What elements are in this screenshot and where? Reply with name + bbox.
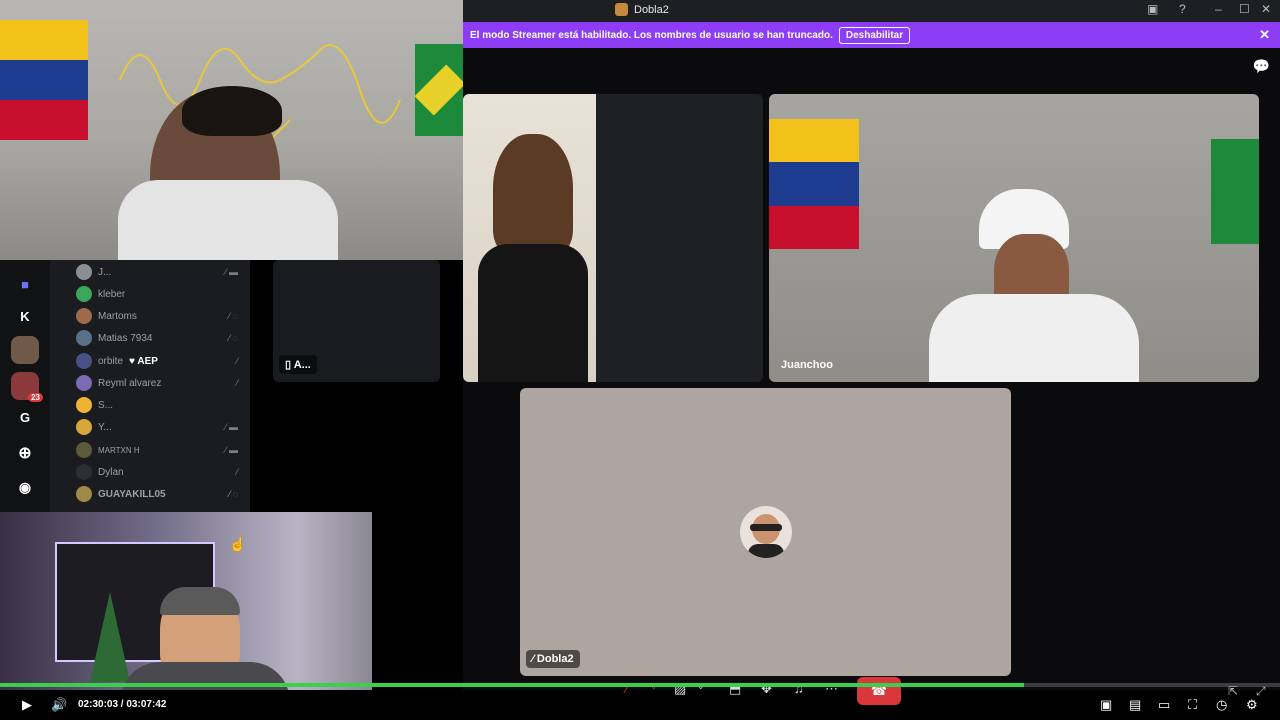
minimize-button[interactable]: – — [1215, 2, 1222, 16]
member-item[interactable]: Matias 7934 ⁄ ◌ — [76, 330, 246, 346]
camera-icon: ⁄ ▬ — [224, 422, 238, 432]
colombia-flag — [769, 119, 859, 249]
share-icon[interactable]: ⇱ — [1228, 684, 1238, 698]
help-icon[interactable]: ? — [1179, 2, 1186, 16]
video-tile-user[interactable] — [463, 94, 763, 382]
camera-icon: ⁄ ▬ — [224, 445, 238, 455]
tile-name-juanchoo: Juanchoo — [781, 359, 833, 371]
mic-muted-icon: ⁄ — [236, 378, 238, 388]
mic-muted-icon: ⁄ — [236, 467, 238, 477]
member-item[interactable]: Reyml alvarez ⁄ — [76, 375, 246, 391]
app-icon — [615, 3, 628, 16]
video-feed — [463, 94, 596, 382]
window-title: Dobla2 — [634, 3, 669, 16]
theater-icon[interactable]: ▭ — [1158, 697, 1170, 713]
member-item[interactable]: Y... ⁄ ▬ — [76, 419, 246, 435]
member-item[interactable]: MARTXN H ⁄ ▬ — [76, 442, 246, 458]
voice-members-list: J... ⁄ ▬ kleber Martoms ⁄ ◌ Matias 7934 ⁄ ◌… — [50, 260, 250, 512]
mic-muted-icon: ⁄ — [236, 356, 238, 366]
dm-icon[interactable]: ■ — [11, 270, 39, 298]
server-sidebar: ■ K 23 G ⊕ ◉ — [0, 260, 50, 512]
tile-name-a: ▯ A... — [279, 355, 317, 374]
avatar — [740, 506, 792, 558]
close-window-button[interactable]: ✕ — [1261, 2, 1271, 16]
settings-gear-icon[interactable]: ⚙ — [1246, 697, 1258, 713]
deafen-icon: ⁄ ◌ — [228, 333, 238, 343]
discord-window: Dobla2 ▣ ? – ☐ ✕ El modo Streamer está h… — [273, 0, 1280, 690]
server-g[interactable]: G — [11, 403, 39, 431]
video-tile-dobla2[interactable]: ⁄ Dobla2 — [520, 388, 1011, 676]
explore-icon[interactable]: ◉ — [11, 473, 39, 501]
maximize-button[interactable]: ☐ — [1239, 2, 1250, 16]
member-item[interactable]: GUAYAKILL05 ⁄ ◌ — [76, 486, 246, 502]
title-bar: Dobla2 ▣ ? – ☐ ✕ — [463, 0, 1280, 22]
video-tile-a[interactable]: ▯ A... — [273, 260, 440, 382]
streamer-hair — [182, 86, 282, 136]
server-icon-1[interactable] — [11, 336, 39, 364]
webcam-overlay-bottom: ☝ — [0, 512, 372, 690]
video-player-controls: ▶ 🔊 02:30:03 / 03:07:42 ▣ ▤ ▭ ⛶ ◷ ⚙ ⇱ ⤢ — [0, 684, 1280, 720]
video-tile-juanchoo[interactable]: Juanchoo — [769, 94, 1259, 382]
streamer-shirt — [118, 180, 338, 260]
server-icon-2[interactable]: 23 — [11, 372, 43, 402]
mic-muted-icon: ⁄ ▬ — [224, 267, 238, 277]
close-icon[interactable]: ✕ — [1259, 27, 1270, 43]
member-item[interactable]: S... — [76, 397, 246, 413]
pip-icon[interactable]: ▤ — [1129, 697, 1141, 713]
banner-message: El modo Streamer está habilitado. Los no… — [470, 29, 833, 41]
video-progress-fill — [0, 683, 1024, 687]
streamer-mode-banner: El modo Streamer está habilitado. Los no… — [463, 22, 1280, 48]
member-item[interactable]: kleber — [76, 286, 246, 302]
webcam-overlay-top — [0, 0, 463, 260]
miniplayer-icon[interactable]: ▣ — [1100, 697, 1112, 713]
tile-name-dobla2: ⁄ Dobla2 — [526, 650, 580, 668]
volume-icon[interactable]: 🔊 — [51, 697, 67, 713]
play-icon[interactable]: ▶ — [22, 697, 32, 713]
time-display: 02:30:03 / 03:07:42 — [78, 699, 167, 710]
disable-button[interactable]: Deshabilitar — [838, 26, 911, 44]
brazil-flag — [1211, 139, 1259, 244]
add-server-icon[interactable]: ⊕ — [11, 439, 39, 467]
member-item[interactable]: Dylan ⁄ — [76, 464, 246, 480]
server-k[interactable]: K — [11, 302, 39, 330]
member-item[interactable]: Martoms ⁄ ◌ — [76, 308, 246, 324]
beanie — [160, 587, 240, 615]
expand-icon[interactable]: ⤢ — [1256, 684, 1266, 699]
monitor-icon[interactable]: ▣ — [1147, 2, 1158, 16]
colombia-flag — [0, 20, 88, 140]
chat-icon[interactable]: 💬 — [1253, 58, 1270, 75]
brazil-flag — [415, 44, 463, 136]
deafen-icon: ⁄ ◌ — [228, 311, 238, 321]
mic-muted-icon: ⁄ — [532, 653, 534, 665]
deafen-icon: ⁄ ◌ — [228, 489, 238, 499]
member-item[interactable]: orbite ♥ AEP ⁄ — [76, 353, 246, 369]
member-item[interactable]: J... ⁄ ▬ — [76, 264, 246, 280]
speed-icon[interactable]: ◷ — [1216, 697, 1227, 713]
unread-badge: 23 — [28, 393, 43, 402]
mouse-cursor-icon: ☝ — [229, 536, 247, 552]
fullscreen-icon[interactable]: ⛶ — [1188, 697, 1197, 713]
